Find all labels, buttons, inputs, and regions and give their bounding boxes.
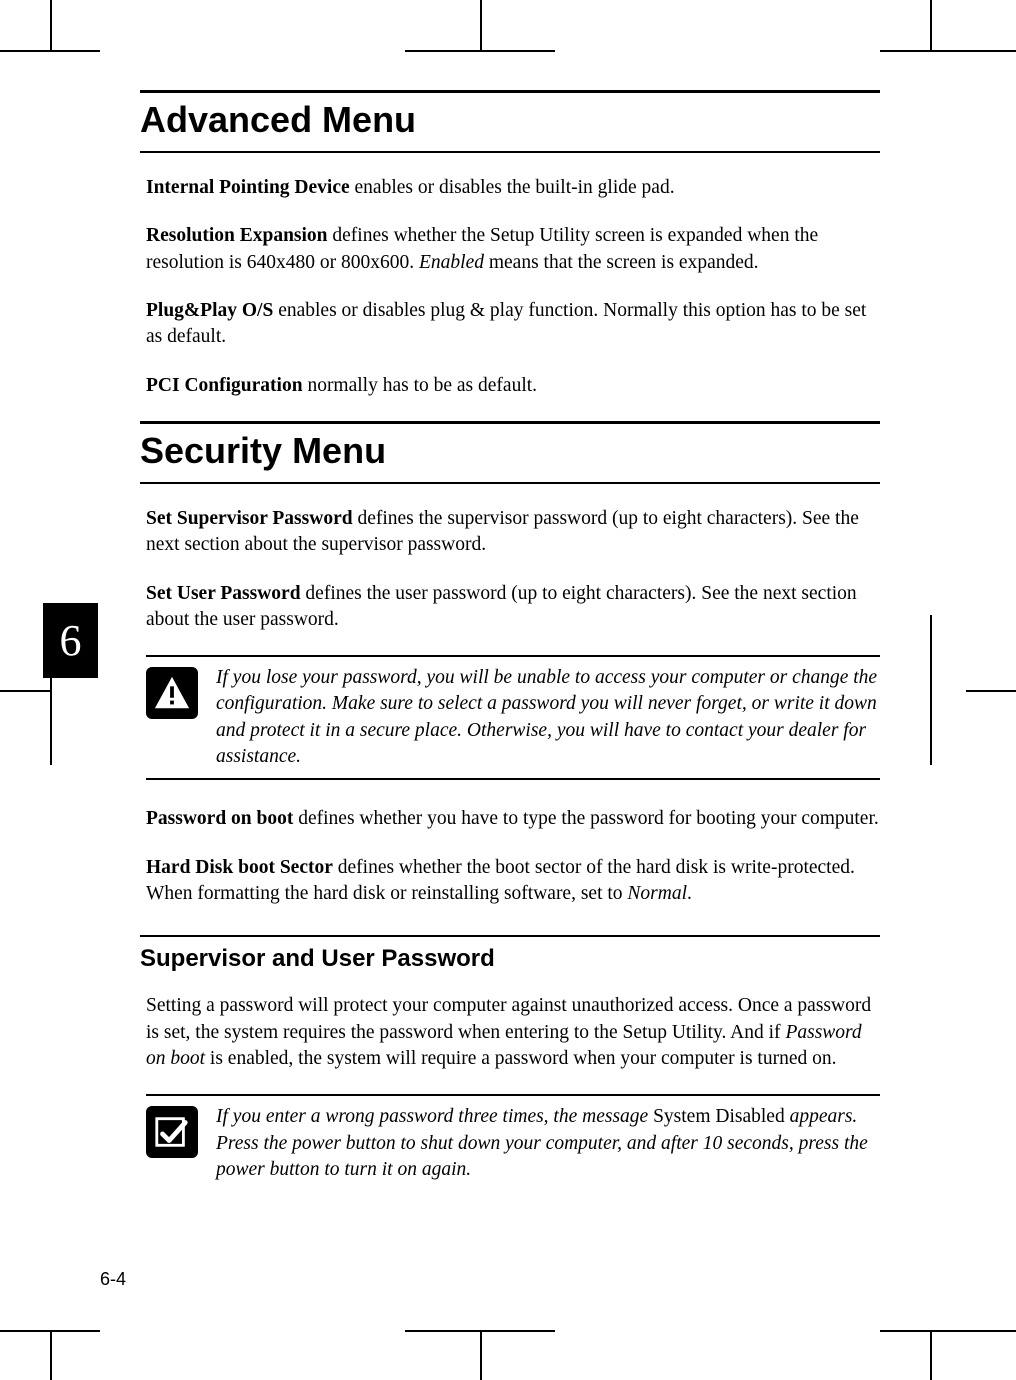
text-system-disabled: System Disabled <box>653 1106 785 1127</box>
text: means that the screen is expanded. <box>484 252 759 273</box>
term-resolution-expansion: Resolution Expansion <box>146 225 328 246</box>
text: is enabled, the system will require a pa… <box>205 1048 836 1069</box>
heading-supervisor-user-password: Supervisor and User Password <box>140 935 880 979</box>
crop-mark <box>880 1330 1016 1332</box>
text: enables or disables the built-in glide p… <box>350 177 675 198</box>
emph-enabled: Enabled <box>419 252 484 273</box>
crop-mark <box>930 615 932 765</box>
crop-mark <box>480 0 482 50</box>
warning-icon <box>146 667 198 719</box>
term-set-supervisor-password: Set Supervisor Password <box>146 508 353 529</box>
crop-mark <box>0 50 100 52</box>
chapter-tab: 6 <box>43 603 98 678</box>
crop-mark <box>930 0 932 50</box>
note-text: If you enter a wrong password three time… <box>216 1104 880 1183</box>
warning-text: If you lose your password, you will be u… <box>216 665 880 770</box>
para-resolution-expansion: Resolution Expansion defines whether the… <box>146 223 880 276</box>
term-set-user-password: Set User Password <box>146 583 301 604</box>
para-internal-pointing-device: Internal Pointing Device enables or disa… <box>146 175 880 201</box>
term-pci-configuration: PCI Configuration <box>146 375 303 396</box>
page-number: 6-4 <box>100 1269 126 1290</box>
text: . <box>687 883 692 904</box>
crop-mark <box>0 690 50 692</box>
para-pci-configuration: PCI Configuration normally has to be as … <box>146 373 880 399</box>
check-icon <box>146 1106 198 1158</box>
para-set-user-password: Set User Password defines the user passw… <box>146 581 880 634</box>
chapter-number: 6 <box>60 616 82 665</box>
content-area: Advanced Menu Internal Pointing Device e… <box>140 90 880 1217</box>
term-internal-pointing-device: Internal Pointing Device <box>146 177 350 198</box>
note-callout: If you enter a wrong password three time… <box>146 1094 880 1191</box>
term-plug-and-play-os: Plug&Play O/S <box>146 300 273 321</box>
crop-mark <box>480 1330 482 1380</box>
page: 6 Advanced Menu Internal Pointing Device… <box>0 0 1016 1380</box>
text: If you enter a wrong password three time… <box>216 1106 653 1127</box>
heading-security-menu: Security Menu <box>140 421 880 484</box>
text: Setting a password will protect your com… <box>146 995 871 1042</box>
para-set-supervisor-password: Set Supervisor Password defines the supe… <box>146 506 880 559</box>
term-password-on-boot: Password on boot <box>146 808 293 829</box>
heading-advanced-menu: Advanced Menu <box>140 90 880 153</box>
emph-normal: Normal <box>627 883 687 904</box>
crop-mark <box>50 1330 52 1380</box>
crop-mark <box>966 690 1016 692</box>
crop-mark <box>405 50 555 52</box>
para-password-on-boot: Password on boot defines whether you hav… <box>146 806 880 832</box>
para-plug-and-play: Plug&Play O/S enables or disables plug &… <box>146 298 880 351</box>
crop-mark <box>50 0 52 50</box>
crop-mark <box>880 50 1016 52</box>
text: normally has to be as default. <box>303 375 537 396</box>
para-hard-disk-boot-sector: Hard Disk boot Sector defines whether th… <box>146 855 880 908</box>
text: defines whether you have to type the pas… <box>293 808 878 829</box>
crop-mark <box>930 1330 932 1380</box>
para-supervisor-user-intro: Setting a password will protect your com… <box>146 993 880 1072</box>
warning-callout: If you lose your password, you will be u… <box>146 655 880 780</box>
term-hard-disk-boot-sector: Hard Disk boot Sector <box>146 857 333 878</box>
